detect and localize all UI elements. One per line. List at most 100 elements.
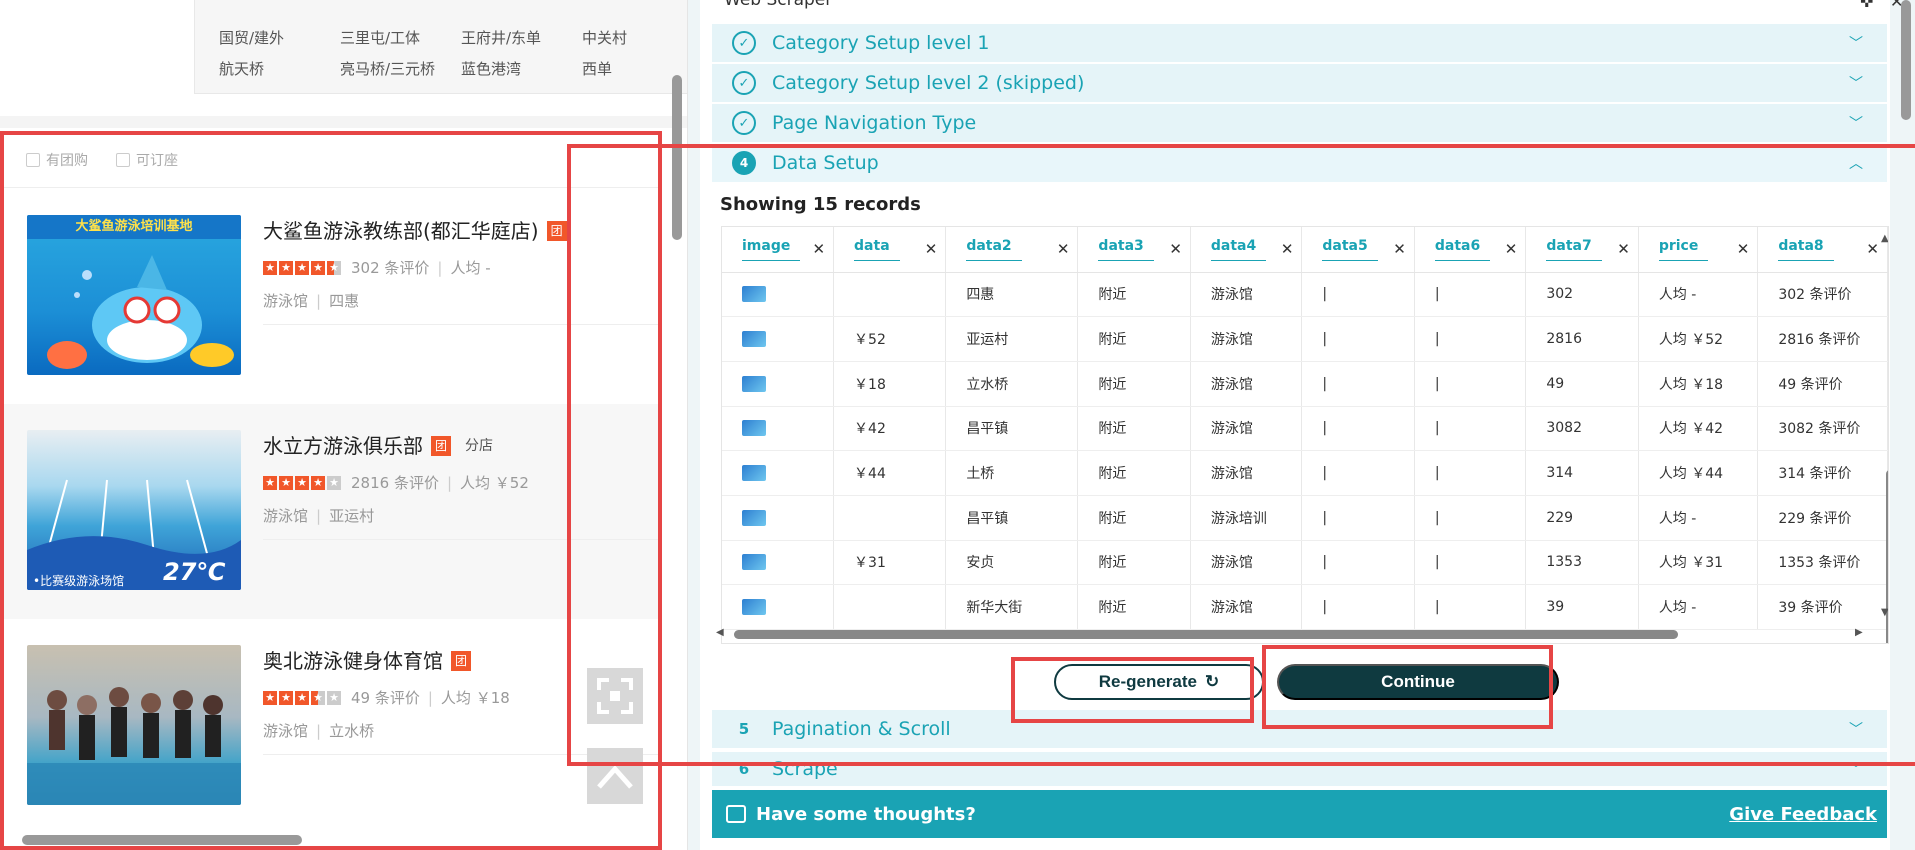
category-link[interactable]: 游泳馆 [263,722,308,740]
area-link[interactable]: 航天桥 [219,58,264,79]
area-link[interactable]: 中关村 [582,27,627,48]
column-header[interactable]: price ✕ [1638,227,1759,273]
scraper-panel: Web Scraper ✜ ✕ ✓ Category Setup level 1… [700,0,1903,850]
checkbox[interactable] [26,153,40,167]
horizontal-scrollbar[interactable] [22,835,302,845]
column-name[interactable]: data7 [1546,238,1602,261]
remove-column-icon[interactable]: ✕ [1505,240,1518,258]
table-cell: 游泳馆 [1190,316,1303,362]
remove-column-icon[interactable]: ✕ [1393,240,1406,258]
scroll-down-arrow[interactable]: ▼ [1881,607,1888,618]
category-link[interactable]: 游泳馆 [263,292,308,310]
area-link[interactable]: 国贸/建外 [219,27,284,48]
column-name[interactable]: image [742,238,801,261]
table-horizontal-scrollbar[interactable] [734,630,1678,639]
shop-photo[interactable]: 大鲨鱼游泳培训基地 [27,215,241,375]
table-row: ￥44 土桥 附近 游泳馆 | | 314 人均 ￥44 314 条评价 [722,450,1888,496]
table-cell [833,272,947,318]
area-link[interactable]: 立水桥 [329,722,374,740]
column-header[interactable]: data8 ✕ [1757,227,1888,273]
remove-column-icon[interactable]: ✕ [1866,240,1879,258]
step-category-level-2[interactable]: ✓ Category Setup level 2 (skipped) ﹀ [712,64,1887,102]
scroll-up-arrow[interactable]: ▲ [1881,233,1888,244]
branch-link[interactable]: 分店 [465,438,493,454]
column-name[interactable]: data6 [1434,238,1491,261]
remove-column-icon[interactable]: ✕ [925,240,938,258]
column-header[interactable]: data3 ✕ [1077,227,1191,273]
shop-card[interactable]: 奥北游泳健身体育馆团 ★ ★ ★ ★ ★ 49 条评价 | 人均 ￥18 游泳馆 | 立水桥 [0,619,660,834]
area-link[interactable]: 亚运村 [329,507,374,525]
step-data-setup[interactable]: 4 Data Setup ︿ [712,144,1887,182]
column-name[interactable]: data5 [1322,238,1378,261]
area-link[interactable]: 三里屯/工体 [340,27,420,48]
table-cell: ￥31 [833,540,947,586]
category-link[interactable]: 游泳馆 [263,507,308,525]
checkbox[interactable] [116,153,130,167]
panel-scrollbar[interactable] [1901,0,1911,120]
remove-column-icon[interactable]: ✕ [1281,240,1294,258]
column-name[interactable]: price [1658,238,1709,261]
step-scrape[interactable]: 6 Scrape ﹀ [712,752,1887,786]
review-count[interactable]: 2816 条评价 [351,472,439,493]
shop-card[interactable]: 大鲨鱼游泳培训基地 大鲨鱼游泳教练部(都汇华庭店) 团 ★ ★ ★ ★ ★ 302 条评价… [0,189,660,404]
column-header[interactable]: data ✕ [833,227,947,273]
remove-column-icon[interactable]: ✕ [1617,240,1630,258]
area-link[interactable]: 亮马桥/三元桥 [340,58,435,79]
vertical-scrollbar[interactable] [672,75,682,240]
booking-filter[interactable]: 可订座 [116,150,178,170]
shop-name[interactable]: 水立方游泳俱乐部团分店 [263,430,493,459]
column-header[interactable]: data4 ✕ [1190,227,1303,273]
table-cell: 3082 条评价 [1757,406,1888,452]
chevron-up-icon [597,765,633,789]
thumbnail-icon [742,286,766,303]
table-row: ￥18 立水桥 附近 游泳馆 | | 49 人均 ￥18 49 条评价 [722,361,1888,407]
column-name[interactable]: data8 [1778,238,1834,261]
remove-column-icon[interactable]: ✕ [1737,240,1750,258]
review-count[interactable]: 302 条评价 [351,257,429,278]
image-cell [722,584,835,630]
image-cell [722,450,835,496]
pin-icon[interactable]: ✜ [1860,0,1873,11]
tuangou-badge: 团 [451,651,471,671]
table-row: ￥42 昌平镇 附近 游泳馆 | | 3082 人均 ￥42 3082 条评价 [722,406,1888,452]
column-header[interactable]: data2 ✕ [945,227,1079,273]
qr-code-button[interactable] [587,668,643,724]
step-category-level-1[interactable]: ✓ Category Setup level 1 ﹀ [712,24,1887,62]
give-feedback-link[interactable]: Give Feedback [1729,804,1877,825]
shop-photo[interactable] [27,645,241,805]
area-link[interactable]: 王府井/东单 [461,27,541,48]
remove-column-icon[interactable]: ✕ [812,240,825,258]
regenerate-button[interactable]: Re-generate ↻ [1054,664,1264,700]
step-page-navigation[interactable]: ✓ Page Navigation Type ﹀ [712,104,1887,142]
area-link[interactable]: 四惠 [329,292,359,310]
back-to-top-button[interactable] [587,748,643,804]
table-cell: 亚运村 [945,316,1079,362]
column-name[interactable]: data3 [1098,238,1154,261]
column-name[interactable]: data2 [966,238,1022,261]
column-name[interactable]: data4 [1210,238,1267,261]
area-link[interactable]: 西单 [582,58,612,79]
shop-name[interactable]: 大鲨鱼游泳教练部(都汇华庭店) 团 [263,215,567,244]
column-header[interactable]: image ✕ [722,227,835,273]
tuangou-filter[interactable]: 有团购 [26,150,88,170]
column-header[interactable]: data7 ✕ [1525,227,1639,273]
column-header[interactable]: data6 ✕ [1414,227,1527,273]
table-cell: 39 [1525,584,1639,630]
column-header[interactable]: data5 ✕ [1301,227,1415,273]
continue-button[interactable]: Continue [1277,664,1559,700]
shop-photo[interactable]: •比赛级游泳场馆 27℃ [27,430,241,590]
remove-column-icon[interactable]: ✕ [1057,240,1070,258]
table-cell [833,584,947,630]
table-cell: | [1301,272,1415,318]
shop-card[interactable]: •比赛级游泳场馆 27℃ 水立方游泳俱乐部团分店 ★ ★ ★ ★ ★ 2816 条评价 |… [0,404,660,619]
area-link[interactable]: 蓝色港湾 [461,58,521,79]
review-count[interactable]: 49 条评价 [351,687,420,708]
scroll-left-arrow[interactable]: ◀ [716,627,724,638]
shop-name[interactable]: 奥北游泳健身体育馆团 [263,645,471,674]
column-name[interactable]: data [854,238,900,261]
remove-column-icon[interactable]: ✕ [1169,240,1182,258]
table-cell: 游泳馆 [1190,272,1303,318]
thumbnail-icon [742,599,766,616]
step-pagination[interactable]: 5 Pagination & Scroll ﹀ [712,710,1887,748]
scroll-right-arrow[interactable]: ▶ [1855,627,1863,638]
